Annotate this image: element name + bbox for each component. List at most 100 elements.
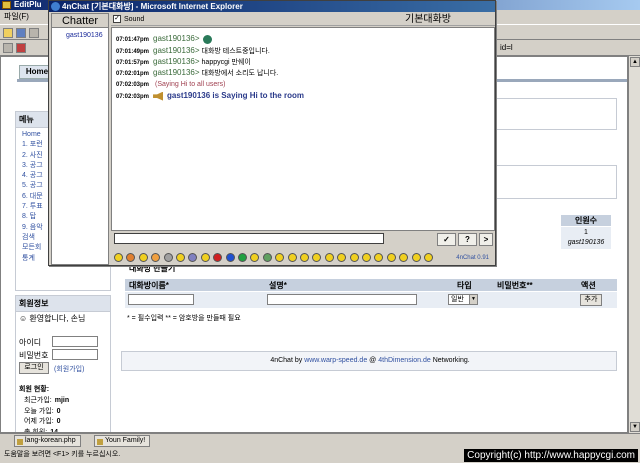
chat-message-input[interactable] bbox=[114, 233, 384, 244]
footer-link-4thdimension[interactable]: 4thDimension.de bbox=[378, 357, 431, 364]
message-text: 대화방에서 소리도 납니다. bbox=[201, 70, 279, 77]
stop-icon[interactable] bbox=[16, 43, 26, 53]
footer-suffix: Networking. bbox=[432, 357, 470, 364]
message-nick[interactable]: gast190136> bbox=[153, 46, 200, 55]
col-password: 비밀번호** bbox=[497, 281, 533, 290]
vertical-scrollbar[interactable]: ▲ ▼ bbox=[628, 56, 640, 433]
chat-message: 07:01:49pm gast190136> 대화방 테스트중입니다. bbox=[116, 46, 270, 56]
emoticon-icon[interactable] bbox=[238, 253, 247, 262]
chat-message: 07:02:01pm gast190136> 대화방에서 소리도 납니다. bbox=[116, 68, 278, 78]
chat-message: 07:01:57pm gast190136> happycgi 만쉐이 bbox=[116, 57, 251, 67]
emoticon-icon[interactable] bbox=[374, 253, 384, 262]
id-input[interactable] bbox=[52, 336, 98, 347]
message-list: 07:01:47pm gast190136> 07:01:49pm gast19013… bbox=[111, 27, 495, 231]
emoticon-icon[interactable] bbox=[138, 253, 148, 262]
stat-line: 오늘 가입: 0 bbox=[24, 406, 61, 416]
room-name-input[interactable] bbox=[128, 294, 194, 305]
emoticon-icon[interactable] bbox=[349, 253, 359, 262]
pen-icon[interactable] bbox=[3, 43, 13, 53]
editplus-app-icon bbox=[2, 1, 11, 9]
stats-title: 회원 현황: bbox=[19, 386, 50, 393]
message-text: 대화방 테스트중입니다. bbox=[201, 48, 270, 55]
emoticon-icon[interactable] bbox=[151, 253, 161, 262]
room-title: 기본대화방 bbox=[405, 14, 451, 25]
emoticon-icon[interactable] bbox=[300, 253, 309, 262]
chatter-user[interactable]: gast190136 bbox=[66, 32, 103, 39]
chat-window-title-bar: 4nChat [기본대화방] - Microsoft Internet Expl… bbox=[49, 1, 495, 12]
menu-file[interactable]: 파일(F) bbox=[4, 12, 29, 21]
sound-row: ✓ Sound 기본대화방 bbox=[111, 13, 495, 26]
emoticon-icon[interactable] bbox=[176, 253, 185, 262]
message-text: (Saying Hi to all users) bbox=[155, 81, 226, 88]
emoticon-icon[interactable] bbox=[114, 253, 123, 262]
emoticon-icon[interactable] bbox=[411, 253, 421, 262]
chatter-header: Chatter bbox=[52, 14, 108, 28]
stat-value: 0 bbox=[56, 418, 61, 425]
emoticon-icon[interactable] bbox=[362, 253, 371, 262]
tab-lang-korean-label: lang-korean.php bbox=[25, 437, 76, 444]
message-nick[interactable]: gast190136> bbox=[153, 57, 200, 66]
message-text: gast190136 is Saying Hi to the room bbox=[167, 91, 304, 100]
emoticon-icon[interactable] bbox=[424, 253, 433, 262]
member-box: 회원정보 ☺ 환영합니다, 손님 아이디 비밀번호 로그인 (회원가입) 회원 … bbox=[15, 295, 111, 432]
address-text: id=l bbox=[500, 43, 513, 52]
col-description: 설명* bbox=[269, 281, 287, 290]
copy-icon[interactable] bbox=[29, 28, 39, 38]
tab-lang-korean[interactable]: lang-korean.php bbox=[14, 435, 81, 447]
send-button[interactable]: ✓ bbox=[437, 233, 456, 246]
version-label: 4nChat 0.91 bbox=[456, 255, 489, 261]
footer-link-warp-speed[interactable]: www.warp-speed.de bbox=[304, 357, 367, 364]
emoticon-icon[interactable] bbox=[126, 253, 136, 262]
col-room-name: 대화방이름* bbox=[129, 281, 169, 290]
scroll-down-icon[interactable]: ▼ bbox=[630, 422, 640, 432]
sound-checkbox[interactable]: ✓ bbox=[113, 15, 121, 23]
message-text: happycgi 만쉐이 bbox=[201, 59, 251, 66]
emoticon-icon[interactable] bbox=[275, 253, 285, 262]
emoticon-icon[interactable] bbox=[262, 253, 272, 262]
emoticon-icon[interactable] bbox=[213, 253, 223, 262]
emoticon-icon[interactable] bbox=[163, 253, 173, 262]
message-nick[interactable]: gast190136> bbox=[153, 34, 200, 43]
emoticon-icon[interactable] bbox=[324, 253, 334, 262]
join-link[interactable]: (회원가입) bbox=[54, 364, 84, 374]
emoticon-icon[interactable] bbox=[337, 253, 347, 262]
editplus-title: EditPlu bbox=[14, 0, 42, 9]
message-time: 07:02:01pm bbox=[116, 71, 150, 77]
emoticon-icon[interactable] bbox=[312, 253, 322, 262]
stat-value: 0 bbox=[56, 407, 61, 415]
emoticon-icon[interactable] bbox=[188, 253, 198, 262]
help-button[interactable]: ? bbox=[458, 233, 477, 246]
emoticon-icon[interactable] bbox=[250, 253, 260, 262]
chat-window-title: 4nChat [기본대화방] - Microsoft Internet Expl… bbox=[62, 2, 243, 11]
password-input[interactable] bbox=[52, 349, 98, 360]
copyright-watermark: Copyright(c) http://www.happycgi.com bbox=[464, 449, 638, 462]
chevron-down-icon: ▼ bbox=[469, 295, 477, 304]
tab-youn-family-label: Youn Family! bbox=[105, 437, 146, 444]
emoticon-icon[interactable] bbox=[225, 253, 235, 262]
welcome-label: 환영합니다, 손님 bbox=[29, 314, 86, 323]
open-folder-icon[interactable] bbox=[3, 28, 13, 38]
welcome-text: ☺ 환영합니다, 손님 bbox=[19, 314, 86, 323]
rooms-count: 1 bbox=[584, 229, 588, 236]
stat-line: 어제 가입: 0 bbox=[24, 416, 61, 426]
footer-bar: 4nChat by www.warp-speed.de @ 4thDimensi… bbox=[121, 351, 617, 371]
footer-prefix: 4nChat by bbox=[270, 357, 303, 364]
message-nick[interactable]: gast190136> bbox=[153, 68, 200, 77]
save-icon[interactable] bbox=[16, 28, 26, 38]
emoticon-icon[interactable] bbox=[287, 253, 297, 262]
add-room-button[interactable]: 추가 bbox=[580, 294, 602, 306]
avatar-icon bbox=[202, 34, 212, 44]
tab-youn-family[interactable]: Youn Family! bbox=[94, 435, 151, 447]
room-description-input[interactable] bbox=[267, 294, 417, 305]
room-type-select[interactable]: 일반 ▼ bbox=[448, 294, 478, 305]
chat-message: 07:02:03pm gast190136 is Saying Hi to the… bbox=[116, 91, 304, 101]
create-table-header: 대화방이름* 설명* 타입 비밀번호** 액션 bbox=[125, 279, 617, 291]
emoticon-icon[interactable] bbox=[386, 253, 396, 262]
stat-label: 최근가입: bbox=[24, 397, 52, 404]
scroll-up-icon[interactable]: ▲ bbox=[630, 57, 640, 67]
login-button[interactable]: 로그인 bbox=[19, 362, 49, 374]
more-button[interactable]: > bbox=[479, 233, 493, 246]
emoticon-icon[interactable] bbox=[200, 253, 210, 262]
editplus-document-tabs: lang-korean.php Youn Family! bbox=[0, 433, 640, 447]
emoticon-icon[interactable] bbox=[399, 253, 409, 262]
